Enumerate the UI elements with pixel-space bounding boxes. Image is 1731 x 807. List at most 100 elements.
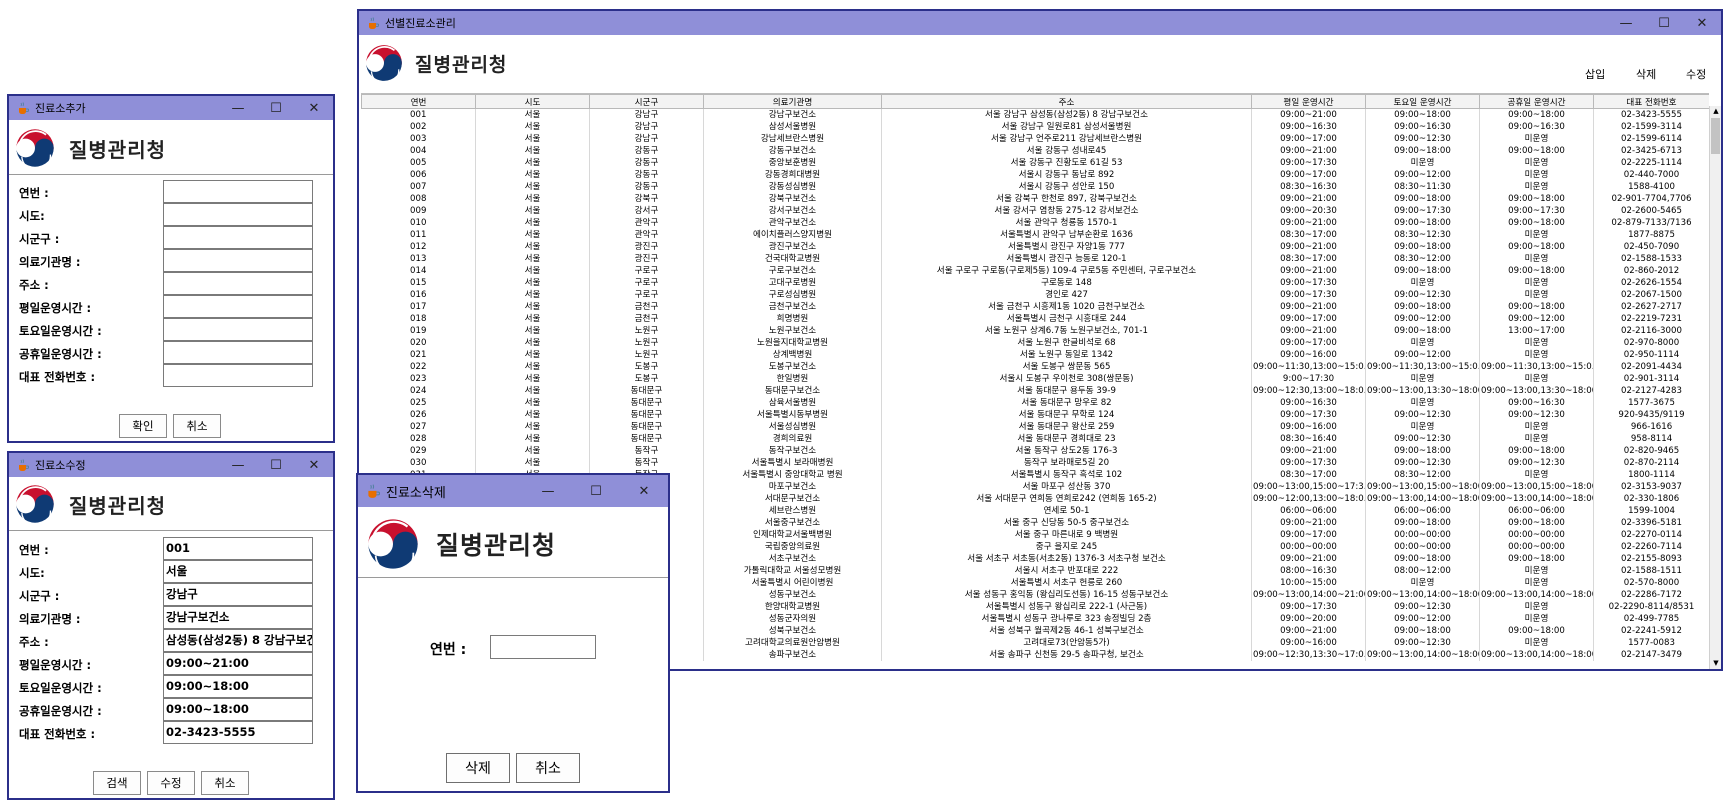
field-input[interactable]: 001	[163, 537, 313, 560]
table-row[interactable]: 019 서울 노원구 노원구보건소 서울 노원구 상계6.7동 노원구보건소, 701-…	[361, 325, 1709, 337]
field-input[interactable]	[163, 226, 313, 249]
table-cell: 미운영	[1365, 421, 1480, 433]
column-header[interactable]: 평일 운영시간	[1251, 94, 1366, 109]
field-input[interactable]: 서울	[163, 560, 313, 583]
cancel-button[interactable]: 취소	[201, 771, 249, 795]
table-row[interactable]: 029 서울 동작구 동작구보건소 서울 동작구 상도2동 176-3 09:00~21:…	[361, 445, 1709, 457]
field-input[interactable]: 09:00~21:00	[163, 652, 313, 675]
close-icon[interactable]: ✕	[1683, 11, 1721, 35]
table-row[interactable]: 001 서울 강남구 강남구보건소 서울 강남구 삼성동(삼성2동) 8 강남구보건소 0…	[361, 108, 1709, 121]
table-cell: 09:00~18:00	[1479, 445, 1594, 457]
table-cell: 동작구 보라매로5길 20	[881, 457, 1252, 469]
table-row[interactable]: 003 서울 강남구 강남세브란스병원 서울 강남구 언주로211 강남세브란스병원 09…	[361, 133, 1709, 145]
minimize-icon[interactable]: —	[219, 453, 257, 477]
table-cell: 09:00~18:00	[1365, 145, 1480, 157]
column-header[interactable]: 연번	[361, 94, 476, 109]
table-cell: 09:00~17:30	[1365, 205, 1480, 217]
field-input[interactable]	[163, 295, 313, 318]
edit-confirm-button[interactable]: 수정	[147, 771, 195, 795]
cancel-button[interactable]: 취소	[173, 414, 221, 438]
column-header[interactable]: 공휴일 운영시간	[1479, 94, 1594, 109]
edit-button[interactable]: 수정	[1686, 66, 1706, 82]
table-row[interactable]: 005 서울 강동구 중앙보훈병원 서울 강동구 진황도로 61길 53 09:00~17…	[361, 157, 1709, 169]
main-titlebar[interactable]: 선별진료소관리 — ☐ ✕	[359, 11, 1721, 35]
confirm-button[interactable]: 확인	[119, 414, 167, 438]
field-input[interactable]: 02-3423-5555	[163, 721, 313, 744]
field-input[interactable]: 09:00~18:00	[163, 698, 313, 721]
field-input[interactable]	[163, 364, 313, 387]
column-header[interactable]: 시군구	[589, 94, 704, 109]
field-input[interactable]: 강남구보건소	[163, 606, 313, 629]
insert-button[interactable]: 삽입	[1585, 66, 1605, 82]
field-input[interactable]	[163, 341, 313, 364]
table-cell: 02-2155-8093	[1593, 553, 1709, 565]
table-row[interactable]: 010 서울 관악구 관악구보건소 서울 관악구 청룡동 1570-1 09:00~21:…	[361, 217, 1709, 229]
table-row[interactable]: 022 서울 도봉구 도봉구보건소 서울 도봉구 쌍문동 565 09:00~11:30,…	[361, 361, 1709, 373]
maximize-icon[interactable]: ☐	[1645, 11, 1683, 35]
table-row[interactable]: 023 서울 도봉구 한일병원 서울시 도봉구 우이천로 308(쌍문동) 9:00~17…	[361, 373, 1709, 385]
minimize-icon[interactable]: —	[1607, 11, 1645, 35]
table-cell: 09:00~18:00	[1479, 553, 1594, 565]
table-row[interactable]: 002 서울 강남구 삼성서울병원 서울 강남구 일원로81 삼성서울병원 09:00~1…	[361, 121, 1709, 133]
column-header[interactable]: 시도	[475, 94, 590, 109]
column-header[interactable]: 토요일 운영시간	[1365, 94, 1480, 109]
table-row[interactable]: 026 서울 동대문구 서울특별시동부병원 서울 동대문구 무학로 124 09:00~1…	[361, 409, 1709, 421]
table-cell: 02-2260-7114	[1593, 541, 1709, 553]
table-row[interactable]: 013 서울 광진구 건국대학교병원 서울특별시 광진구 능동로 120-1 08:30~…	[361, 253, 1709, 265]
maximize-icon[interactable]: ☐	[572, 475, 620, 507]
logo-text: 질병관리청	[415, 53, 508, 76]
table-row[interactable]: 018 서울 금천구 희명병원 서울특별시 금천구 시흥대로 244 09:00~17:0…	[361, 313, 1709, 325]
table-row[interactable]: 027 서울 동대문구 서울성심병원 서울 동대문구 왕산로 259 09:00~16:0…	[361, 421, 1709, 433]
field-input[interactable]: 삼성동(삼성2동) 8 강남구보건소	[163, 629, 313, 652]
table-row[interactable]: 008 서울 강북구 강북구보건소 서울 강북구 한천로 897, 강북구보건소 09:0…	[361, 193, 1709, 205]
edit-titlebar[interactable]: 진료소수정 — ☐ ✕	[9, 453, 333, 477]
close-icon[interactable]: ✕	[620, 475, 668, 507]
field-input[interactable]: 09:00~18:00	[163, 675, 313, 698]
close-icon[interactable]: ✕	[295, 96, 333, 120]
table-row[interactable]: 006 서울 강동구 강동경희대병원 서울시 강동구 동남로 892 09:00~17:0…	[361, 169, 1709, 181]
field-input[interactable]	[163, 180, 313, 203]
scroll-up-icon[interactable]: ▲	[1710, 106, 1721, 117]
close-icon[interactable]: ✕	[295, 453, 333, 477]
delete-button[interactable]: 삭제	[1636, 66, 1656, 82]
table-row[interactable]: 030 서울 동작구 서울특별시 보라매병원 동작구 보라매로5길 20 09:00~17…	[361, 457, 1709, 469]
table-row[interactable]: 028 서울 동대문구 경희의료원 서울 동대문구 경희대로 23 08:30~16:40…	[361, 433, 1709, 445]
column-header[interactable]: 의료기관명	[703, 94, 882, 109]
maximize-icon[interactable]: ☐	[257, 96, 295, 120]
delete-id-input[interactable]	[490, 635, 596, 659]
delete-confirm-button[interactable]: 삭제	[446, 753, 510, 783]
scroll-thumb[interactable]	[1711, 118, 1720, 154]
table-row[interactable]: 014 서울 구로구 구로구보건소 서울 구로구 구로동(구로제5동) 109-4 구로…	[361, 265, 1709, 277]
field-input[interactable]	[163, 318, 313, 341]
table-scrollbar[interactable]: ▲ ▼	[1709, 106, 1721, 669]
field-input[interactable]: 강남구	[163, 583, 313, 606]
minimize-icon[interactable]: —	[524, 475, 572, 507]
table-row[interactable]: 021 서울 노원구 상계백병원 서울 노원구 동일로 1342 09:00~16:00 0…	[361, 349, 1709, 361]
table-row[interactable]: 016 서울 구로구 구로성심병원 경인로 427 09:00~17:30 09:00~12…	[361, 289, 1709, 301]
column-header[interactable]: 대표 전화번호	[1593, 94, 1709, 109]
table-row[interactable]: 017 서울 금천구 금천구보건소 서울 금천구 시흥제1동 1020 금천구보건소 09…	[361, 301, 1709, 313]
minimize-icon[interactable]: —	[219, 96, 257, 120]
table-row[interactable]: 004 서울 강동구 강동구보건소 서울 강동구 성내로45 09:00~21:00 09:…	[361, 145, 1709, 157]
field-input[interactable]	[163, 203, 313, 226]
table-row[interactable]: 025 서울 동대문구 삼육서울병원 서울 동대문구 망우로 82 09:00~16:30…	[361, 397, 1709, 409]
table-cell: 동대문구	[589, 385, 704, 397]
field-input[interactable]	[163, 249, 313, 272]
column-header[interactable]: 주소	[881, 94, 1252, 109]
cancel-button[interactable]: 취소	[516, 753, 580, 783]
add-titlebar[interactable]: 진료소추가 — ☐ ✕	[9, 96, 333, 120]
table-cell: 09:00~13:00,15:00~17:3...	[1251, 481, 1366, 493]
delete-titlebar[interactable]: 진료소삭제 — ☐ ✕	[358, 475, 668, 507]
maximize-icon[interactable]: ☐	[257, 453, 295, 477]
field-input[interactable]	[163, 272, 313, 295]
search-button[interactable]: 검색	[93, 771, 141, 795]
table-row[interactable]: 020 서울 노원구 노원을지대학교병원 서울 노원구 한글비석로 68 09:00~17…	[361, 337, 1709, 349]
table-row[interactable]: 011 서울 관악구 에이치플러스양지병원 서울특별시 관악구 남부순환로 1636 08…	[361, 229, 1709, 241]
table-row[interactable]: 012 서울 광진구 광진구보건소 서울특별시 광진구 자양1동 777 09:00~21…	[361, 241, 1709, 253]
table-row[interactable]: 009 서울 강서구 강서구보건소 서울 강서구 염창동 275-12 강서보건소 09:…	[361, 205, 1709, 217]
table-row[interactable]: 015 서울 구로구 고대구로병원 구로동로 148 09:00~17:30 미운영 미운영 0…	[361, 277, 1709, 289]
scroll-down-icon[interactable]: ▼	[1710, 658, 1721, 669]
table-cell: 09:00~21:00	[1251, 241, 1366, 253]
table-row[interactable]: 024 서울 동대문구 동대문구보건소 서울 동대문구 용두동 39-9 09:00~12…	[361, 385, 1709, 397]
table-row[interactable]: 007 서울 강동구 강동성심병원 서울시 강동구 성안로 150 08:30~16:30…	[361, 181, 1709, 193]
